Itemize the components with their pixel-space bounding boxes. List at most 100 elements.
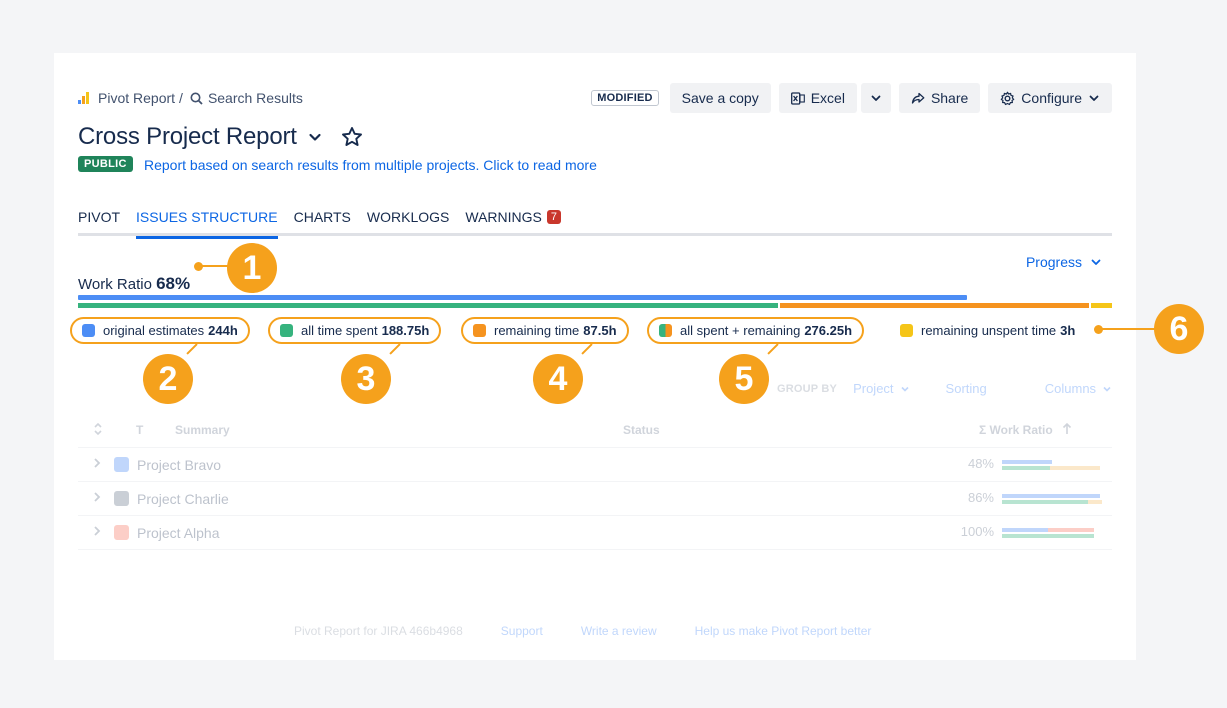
row-spent-bar xyxy=(1002,466,1050,470)
columns-label: Columns xyxy=(1044,381,1097,396)
breadcrumb-separator: / xyxy=(179,90,183,106)
chevron-down-icon xyxy=(1103,386,1111,392)
group-by-select[interactable]: Project xyxy=(853,381,909,396)
tab-label: WARNINGS xyxy=(465,209,542,225)
legend-remaining-time: remaining time 87.5h xyxy=(461,317,629,344)
row-estimate-bar xyxy=(1002,494,1100,498)
tab-pivot[interactable]: PIVOT xyxy=(78,206,120,236)
share-button[interactable]: Share xyxy=(898,83,981,113)
legend-swatch xyxy=(900,324,913,337)
chevron-down-icon xyxy=(900,386,909,392)
callout-marker: 6 xyxy=(1154,304,1204,354)
legend-remaining-unspent-time: remaining unspent time 3h xyxy=(888,317,1087,344)
tab-label: PIVOT xyxy=(78,209,121,225)
columns-button[interactable]: Columns xyxy=(1045,381,1112,396)
expand-row-icon[interactable] xyxy=(92,490,102,506)
legend-label: all spent + remaining xyxy=(680,323,801,338)
chevron-down-icon xyxy=(869,91,883,105)
excel-button[interactable]: Excel xyxy=(778,83,857,113)
work-ratio-value: 68% xyxy=(156,274,191,293)
breadcrumb-current[interactable]: Search Results xyxy=(208,90,303,106)
column-status[interactable]: Status xyxy=(623,423,660,437)
column-work-ratio[interactable]: Σ Work Ratio xyxy=(979,423,1053,437)
row-estimate-bar xyxy=(1002,460,1052,464)
tab-warnings[interactable]: WARNINGS 7 xyxy=(465,206,561,236)
row-estimate-bar xyxy=(1002,528,1094,532)
legend-all-spent-plus-remaining: all spent + remaining 276.25h xyxy=(647,317,865,344)
table-row[interactable]: Project Alpha 100% xyxy=(78,516,1112,550)
save-copy-button[interactable]: Save a copy xyxy=(669,83,771,113)
row-summary: Project Charlie xyxy=(137,491,229,507)
expand-row-icon[interactable] xyxy=(92,456,102,472)
tab-label: ISSUES STRUCTURE xyxy=(136,209,278,225)
row-summary: Project Alpha xyxy=(137,525,220,541)
column-type[interactable]: T xyxy=(136,423,143,437)
report-tabs: PIVOT ISSUES STRUCTURE CHARTS WORKLOGS W… xyxy=(78,206,1112,239)
original-estimate-bar xyxy=(78,295,968,300)
project-avatar-icon xyxy=(114,491,129,506)
breadcrumb: Pivot Report / Search Results xyxy=(78,90,303,106)
export-options-button[interactable] xyxy=(860,83,891,113)
gear-icon xyxy=(1000,91,1015,106)
time-spent-segment xyxy=(78,303,779,308)
group-by-value: Project xyxy=(853,381,894,396)
footer-support-link[interactable]: Support xyxy=(501,624,543,638)
modified-badge: MODIFIED xyxy=(591,90,659,106)
table-header: T Summary Status Σ Work Ratio xyxy=(78,414,1112,448)
callout-marker: 4 xyxy=(533,354,583,404)
row-spent-bar xyxy=(1002,500,1088,504)
breadcrumb-app-link[interactable]: Pivot Report xyxy=(98,90,175,106)
legend-value: 3h xyxy=(1060,323,1076,338)
sort-ascending-icon xyxy=(1062,422,1072,438)
progress-mode-select[interactable]: Progress xyxy=(1026,254,1102,270)
sorting-label: Sorting xyxy=(945,381,987,396)
footer-review-link[interactable]: Write a review xyxy=(581,624,657,638)
legend-swatch xyxy=(473,324,486,337)
configure-label: Configure xyxy=(1021,90,1082,106)
table-row[interactable]: Project Bravo 48% xyxy=(78,448,1112,482)
tab-label: CHARTS xyxy=(293,209,351,225)
callout-leader-line xyxy=(200,265,228,267)
callout-marker: 2 xyxy=(143,354,193,404)
tab-worklogs[interactable]: WORKLOGS xyxy=(367,206,449,236)
configure-button[interactable]: Configure xyxy=(988,83,1112,113)
tab-charts[interactable]: CHARTS xyxy=(294,206,351,236)
work-ratio-summary: Work Ratio 68% xyxy=(78,274,190,294)
legend-value: 87.5h xyxy=(583,323,617,338)
work-ratio-label: Work Ratio xyxy=(78,276,152,293)
row-summary: Project Bravo xyxy=(137,457,222,473)
legend-swatch xyxy=(659,324,672,337)
column-summary[interactable]: Summary xyxy=(175,423,230,437)
project-avatar-icon xyxy=(114,525,129,540)
row-remaining-bar xyxy=(1088,500,1102,504)
legend-swatch xyxy=(82,324,95,337)
excel-label: Excel xyxy=(810,90,845,106)
footer-help-link[interactable]: Help us make Pivot Report better xyxy=(695,624,872,638)
report-description-link[interactable]: Report based on search results from mult… xyxy=(144,157,597,173)
report-menu-chevron-icon[interactable] xyxy=(307,129,323,145)
callout-marker: 3 xyxy=(341,354,391,404)
footer-version: Pivot Report for JIRA 466b4968 xyxy=(294,624,463,638)
sorting-button[interactable]: Sorting xyxy=(946,381,987,396)
report-title-row: Cross Project Report xyxy=(78,123,363,151)
share-icon xyxy=(911,92,925,105)
footer: Pivot Report for JIRA 466b4968 Support W… xyxy=(294,624,871,638)
legend-all-time-spent: all time spent 188.75h xyxy=(268,317,442,344)
chevron-down-icon xyxy=(1090,256,1102,268)
legend-label: all time spent xyxy=(301,323,378,338)
legend-label: remaining unspent time xyxy=(921,323,1057,338)
expand-collapse-all-icon[interactable] xyxy=(92,422,104,439)
expand-row-icon[interactable] xyxy=(92,524,102,540)
star-icon[interactable] xyxy=(341,126,363,148)
callout-leader-line xyxy=(1100,328,1156,330)
warnings-count-badge: 7 xyxy=(546,210,561,224)
row-work-ratio: 86% xyxy=(967,490,994,505)
callout-marker: 1 xyxy=(227,243,277,293)
table-row[interactable]: Project Charlie 86% xyxy=(78,482,1112,516)
pivot-report-logo-icon xyxy=(78,92,91,104)
row-work-ratio: 48% xyxy=(967,456,994,471)
tab-issues-structure[interactable]: ISSUES STRUCTURE xyxy=(136,206,278,239)
tab-label: WORKLOGS xyxy=(366,209,450,225)
legend-value: 188.75h xyxy=(381,323,430,338)
table-controls: GROUP BY Project Sorting Columns xyxy=(777,381,1112,396)
